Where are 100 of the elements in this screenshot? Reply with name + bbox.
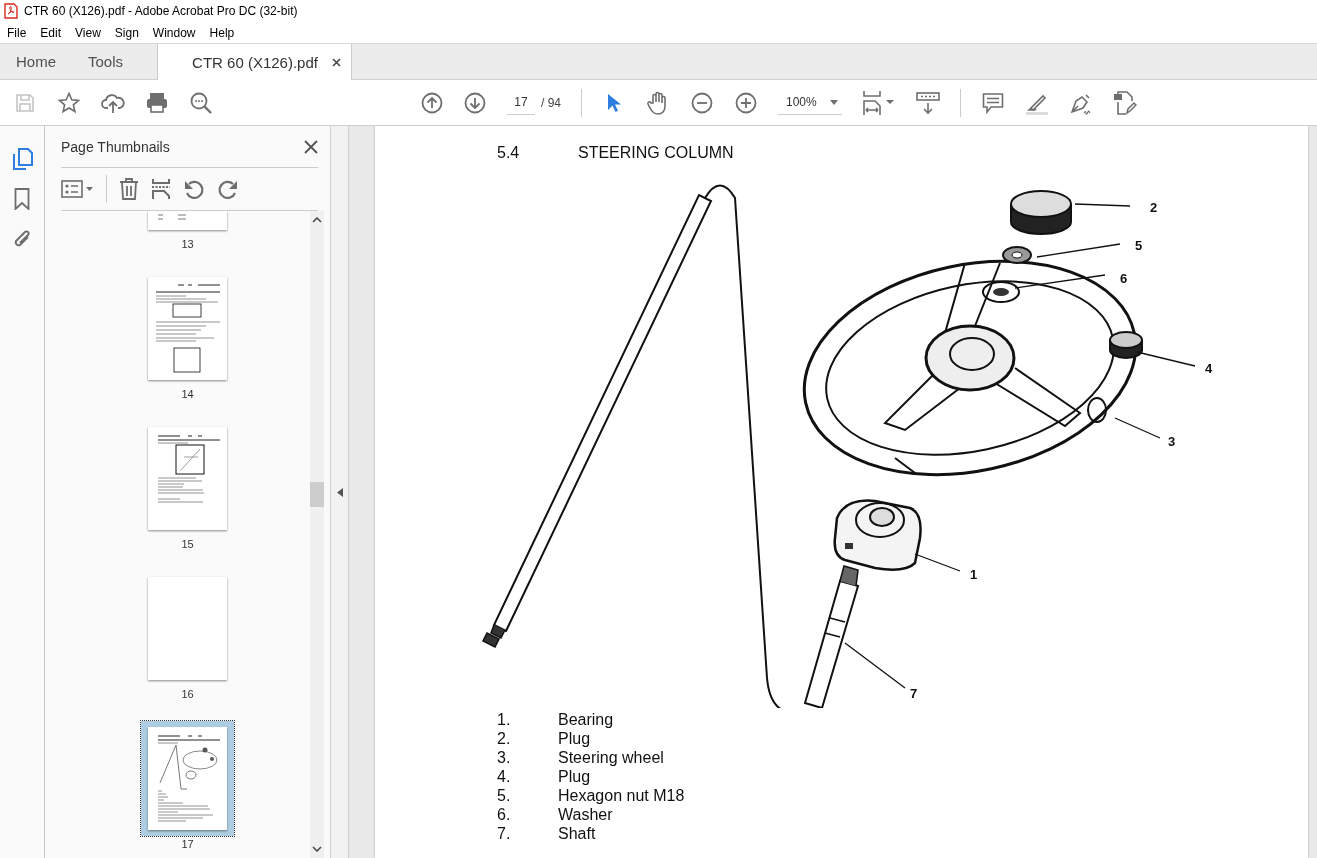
arrow-down-circle-icon [464, 91, 486, 114]
plus-circle-icon [735, 91, 757, 114]
page-count: / 94 [541, 95, 561, 110]
scroll-mode-button[interactable] [916, 90, 940, 115]
star-icon [58, 91, 80, 114]
search-icon [190, 91, 212, 114]
bookmarks-button[interactable] [14, 188, 30, 210]
menu-item[interactable]: File [0, 25, 34, 40]
hand-icon [647, 90, 669, 115]
panel-title: Page Thumbnails [61, 138, 170, 155]
leader-line [1114, 417, 1161, 439]
fit-page-button[interactable] [862, 90, 896, 115]
pdf-file-icon [4, 3, 18, 19]
section-heading: STEERING COLUMN [578, 144, 734, 161]
callout-number: 6 [1120, 271, 1128, 286]
callout-number: 1 [970, 567, 978, 582]
pages-icon [11, 148, 33, 170]
part-number: 7. [497, 824, 512, 843]
rotate-right-icon [217, 178, 239, 200]
menu-item[interactable]: Help [202, 25, 242, 40]
print-button[interactable] [145, 90, 169, 115]
next-page-button[interactable] [463, 90, 487, 115]
minus-circle-icon [691, 91, 713, 114]
part-name: Hexagon nut M18 [558, 786, 686, 805]
previous-page-button[interactable] [420, 90, 444, 115]
page-thumbnail[interactable] [148, 427, 227, 530]
collapse-panel-button[interactable] [336, 487, 343, 497]
triangle-left-icon [336, 487, 343, 497]
scrollbar[interactable] [310, 211, 324, 858]
callout-number: 7 [910, 686, 918, 701]
rotate-right-button[interactable] [217, 178, 239, 200]
tab[interactable]: CTR 60 (X126).pdf [157, 44, 352, 80]
section-number: 5.4 [497, 144, 521, 161]
edit-pdf-button[interactable] [1113, 90, 1137, 115]
printer-icon [146, 92, 168, 113]
callout-number: 3 [1168, 434, 1176, 449]
leader-line [844, 642, 906, 689]
scroll-mode-icon [916, 90, 940, 115]
part-name: Bearing [558, 710, 615, 729]
part-name: Plug [558, 767, 592, 786]
menu-item[interactable]: View [68, 25, 108, 40]
rotate-left-icon [183, 178, 205, 200]
leader-line [1136, 351, 1196, 367]
page-thumbnail[interactable] [148, 727, 227, 830]
part-number: 1. [497, 710, 512, 729]
menu-item[interactable]: Edit [33, 25, 69, 40]
list-menu-icon [61, 180, 93, 198]
rotate-left-button[interactable] [183, 178, 205, 200]
page-number-label: 13 [181, 238, 194, 252]
part-name: Steering wheel [558, 748, 665, 767]
insert-page-icon [151, 178, 171, 200]
part-number: 5. [497, 786, 512, 805]
cursor-arrow-icon [607, 92, 621, 113]
scrollbar-thumb[interactable] [310, 482, 324, 507]
delete-page-button[interactable] [119, 178, 139, 200]
part-number: 4. [497, 767, 512, 786]
fit-page-icon [862, 89, 896, 116]
part-name: Shaft [558, 824, 597, 843]
comment-button[interactable] [981, 90, 1005, 115]
callout-number: 4 [1205, 361, 1213, 376]
page-number-label: 15 [181, 538, 194, 552]
trash-icon [119, 178, 139, 200]
cloud-upload-icon [101, 91, 125, 114]
part-name: Washer [558, 805, 614, 824]
part-number: 6. [497, 805, 512, 824]
thumbnail-options-button[interactable] [61, 180, 93, 198]
find-text-button[interactable] [189, 90, 213, 115]
callout-number: 2 [1150, 200, 1158, 215]
page-number-label: 16 [181, 688, 194, 702]
page-number-label: 17 [181, 838, 194, 852]
close-icon[interactable] [331, 57, 341, 67]
part-name: Plug [558, 729, 592, 748]
chevron-down-icon[interactable] [312, 846, 322, 852]
page-thumbnail[interactable] [148, 277, 227, 380]
close-panel-button[interactable] [304, 139, 318, 154]
zoom-in-button[interactable] [734, 90, 758, 115]
part-number: 2. [497, 729, 512, 748]
zoom-out-button[interactable] [690, 90, 714, 115]
bookmark-icon [14, 188, 30, 210]
page-number-label: 14 [181, 388, 194, 402]
part-number: 3. [497, 748, 512, 767]
page-thumbnail[interactable] [148, 577, 227, 680]
chevron-up-icon[interactable] [312, 217, 322, 223]
arrow-up-circle-icon [421, 91, 443, 114]
window-title: CTR 60 (X126).pdf - Adobe Acrobat Pro DC (32-bit) [24, 4, 298, 18]
leader-line [914, 553, 961, 572]
menu-item[interactable]: Sign [107, 25, 146, 40]
insert-page-button[interactable] [151, 178, 171, 200]
tab[interactable]: Home [0, 44, 72, 79]
callout-number: 5 [1135, 238, 1143, 253]
tab[interactable]: Tools [72, 44, 140, 79]
comment-icon [982, 91, 1004, 114]
caret-icon [830, 99, 838, 105]
menu-item[interactable]: Window [145, 25, 203, 40]
bookmark-star-button[interactable] [57, 90, 81, 115]
close-icon [304, 139, 318, 154]
page-thumbnail[interactable] [148, 211, 227, 230]
leader-line [1074, 203, 1131, 207]
page-thumbnails-button[interactable] [11, 148, 33, 170]
edit-document-icon [1113, 90, 1137, 115]
